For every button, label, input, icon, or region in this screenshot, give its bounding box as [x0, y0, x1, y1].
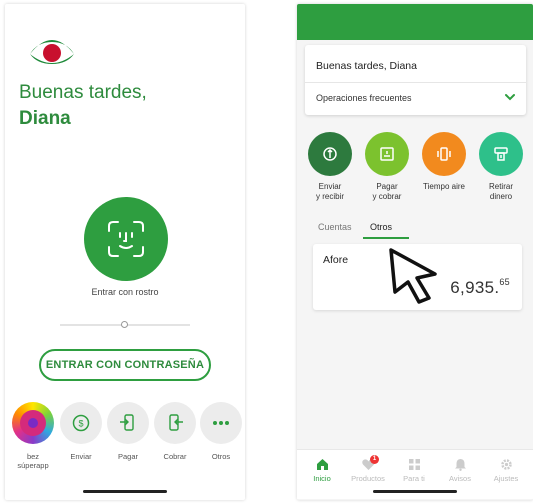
home-greeting: Buenas tardes, Diana — [316, 60, 417, 72]
op-enviar-recibir[interactable]: Enviar y recibir — [302, 132, 358, 202]
home-screen: Buenas tardes, Diana Operaciones frecuen… — [297, 4, 533, 500]
afore-amount: 6,935.65 — [450, 277, 510, 297]
user-name: Diana — [19, 108, 71, 129]
quick-action-label: Enviar — [70, 452, 92, 461]
home-indicator — [83, 490, 167, 493]
bez-superapp-icon — [12, 402, 54, 444]
header-bar — [297, 4, 533, 40]
nav-para-ti[interactable]: Para ti — [391, 458, 437, 483]
more-dots-icon — [200, 402, 242, 444]
chevron-down-icon[interactable] — [504, 91, 516, 103]
nav-avisos[interactable]: Avisos — [437, 458, 483, 483]
quick-action-enviar[interactable]: $ Enviar — [57, 402, 105, 461]
transfer-icon — [308, 132, 352, 176]
quick-actions: bez súperapp $ Enviar Pagar Cobrar Otros — [5, 402, 245, 482]
op-label: Tiempo aire — [423, 182, 465, 191]
op-retirar-dinero[interactable]: Retirar dinero — [473, 132, 529, 202]
operations-row: Enviar y recibir Pagar y cobrar Tiempo a… — [297, 132, 533, 212]
quick-action-label: bez súperapp — [17, 452, 49, 470]
nav-inicio[interactable]: Inicio — [299, 458, 345, 483]
mouse-cursor-icon — [389, 248, 437, 304]
quick-action-label: Cobrar — [163, 452, 187, 461]
bell-icon — [454, 459, 466, 471]
nav-ajustes[interactable]: Ajustes — [483, 458, 529, 483]
op-label: Pagar y cobrar — [372, 182, 402, 201]
home-indicator — [373, 490, 457, 493]
quick-action-pagar[interactable]: Pagar — [104, 402, 152, 461]
login-screen: Buenas tardes, Diana Entrar con rostro E… — [5, 4, 245, 500]
quick-action-otros[interactable]: Otros — [197, 402, 245, 461]
nav-productos[interactable]: 1 Productos — [345, 455, 391, 483]
card-divider — [305, 82, 526, 83]
greeting-card: Buenas tardes, Diana Operaciones frecuen… — [305, 45, 526, 115]
divider-dot — [121, 321, 128, 328]
notification-badge: 1 — [370, 455, 379, 464]
face-login-label: Entrar con rostro — [91, 287, 159, 297]
face-login-button[interactable] — [84, 197, 168, 281]
face-id-icon — [108, 221, 144, 257]
quick-action-bez[interactable]: bez súperapp — [9, 402, 57, 470]
dollar-transfer-icon: $ — [60, 402, 102, 444]
bank-logo — [30, 40, 74, 64]
svg-text:$: $ — [78, 419, 83, 429]
terminal-icon — [365, 132, 409, 176]
phone-pay-icon — [107, 402, 149, 444]
home-icon — [316, 459, 328, 470]
quick-action-cobrar[interactable]: Cobrar — [151, 402, 199, 461]
tab-otros[interactable]: Otros — [370, 222, 392, 232]
phone-vibrate-icon — [422, 132, 466, 176]
greeting-text: Buenas tardes, — [19, 82, 147, 103]
quick-action-label: Otros — [211, 452, 231, 461]
atm-icon — [479, 132, 523, 176]
afore-title: Afore — [323, 254, 349, 266]
tab-cuentas[interactable]: Cuentas — [318, 222, 352, 232]
grid-icon — [408, 459, 420, 470]
quick-action-label: Pagar — [117, 452, 138, 461]
password-login-button[interactable]: ENTRAR CON CONTRASEÑA — [39, 349, 211, 381]
active-tab-indicator — [363, 237, 409, 239]
op-pagar-cobrar[interactable]: Pagar y cobrar — [359, 132, 415, 202]
op-label: Retirar dinero — [488, 182, 513, 201]
frequent-operations-label[interactable]: Operaciones frecuentes — [316, 93, 412, 103]
op-label: Enviar y recibir — [315, 182, 344, 201]
phone-collect-icon — [154, 402, 196, 444]
op-tiempo-aire[interactable]: Tiempo aire — [416, 132, 472, 192]
gear-icon — [500, 459, 512, 470]
